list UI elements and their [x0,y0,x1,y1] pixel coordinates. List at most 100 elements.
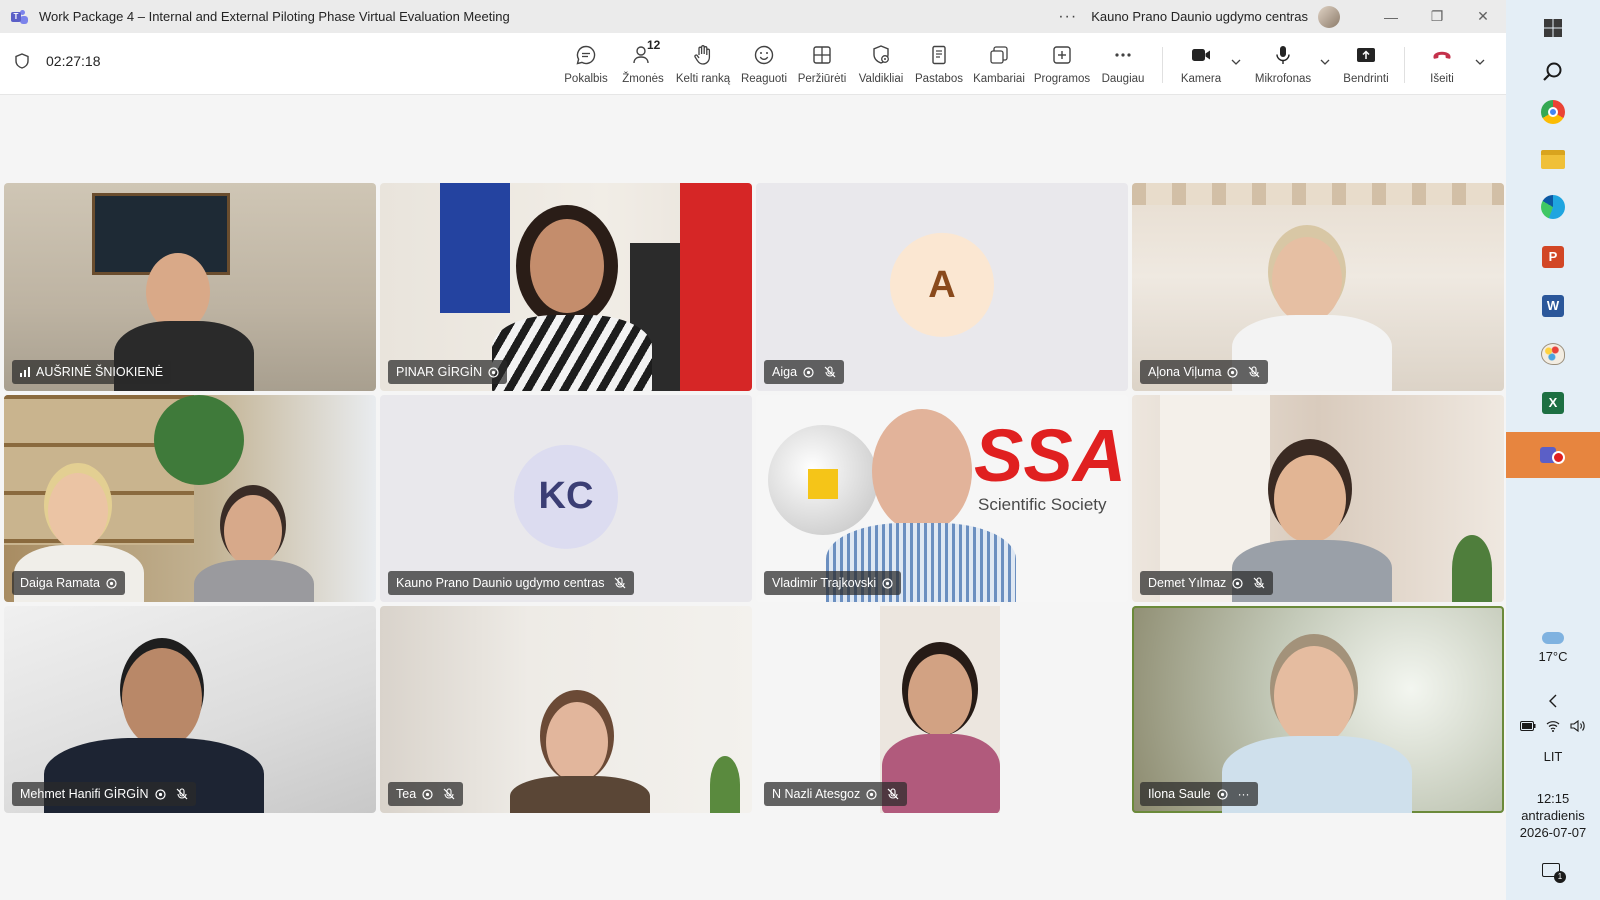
word-app[interactable]: W [1506,284,1600,328]
leave-label: Išeiti [1430,73,1454,85]
camera-icon [1192,49,1210,61]
meeting-info: 02:27:18 [15,53,101,69]
video-tile[interactable]: A Aiga [756,183,1128,391]
share-icon [1357,48,1375,62]
teams-app[interactable] [1506,432,1600,478]
wifi-icon [1546,721,1560,732]
video-tile[interactable]: N Nazli Atesgoz [756,606,1128,813]
chrome-app[interactable] [1506,90,1600,134]
notification-icon: 1 [1542,863,1566,883]
account-avatar[interactable] [1318,5,1340,28]
participant-name: Aiga [772,365,798,379]
show-hidden-icons-button[interactable] [1506,690,1600,712]
react-button[interactable]: Reaguoti [738,41,790,89]
video-tile[interactable]: Mehmet Hanifi GİRGİN [4,606,376,813]
video-tile[interactable]: PINAR GİRGİN [380,183,752,391]
start-button[interactable] [1506,8,1600,48]
more-button[interactable]: Daugiau [1098,41,1148,89]
apps-label: Programos [1033,73,1091,85]
shield-icon [15,53,29,69]
window-title: Work Package 4 – Internal and External P… [39,9,510,24]
chat-label: Pokalbis [564,73,608,85]
powerpoint-app[interactable]: P [1506,235,1600,279]
shield-person-icon [488,366,499,378]
participant-face [48,473,108,549]
leave-options-chevron-icon[interactable] [1475,57,1485,67]
notification-center-button[interactable]: 1 [1506,858,1600,888]
controls-button[interactable]: Valdikliai [854,41,908,89]
video-tile[interactable]: Aļona Viļuma [1132,183,1504,391]
share-button[interactable]: Bendrinti [1338,41,1394,89]
teams-logo-icon: T [11,9,29,25]
people-button[interactable]: Žmonės [618,41,668,89]
participant-name-tag: Tea [388,782,464,806]
paint-app[interactable] [1506,332,1600,376]
signal-icon [20,367,30,377]
participant-name-tag: Aļona Viļuma [1140,360,1269,384]
file-explorer-app[interactable] [1506,137,1600,181]
shield-gear-icon [873,45,889,64]
meeting-toolbar: 02:27:18 Pokalbis Žmonės 12 Kelti ranką … [0,33,1506,95]
smile-icon [754,45,774,65]
participant-name: PINAR GİRGİN [396,365,483,379]
shield-person-icon [882,577,893,589]
turkish-flag [680,183,752,391]
microphone-label: Mikrofonas [1254,73,1312,85]
participant-name-tag: N Nazli Atesgoz [764,782,908,806]
camera-label: Kamera [1180,73,1222,85]
close-button[interactable]: ✕ [1460,0,1506,33]
participant-name-tag: Aiga [764,360,845,384]
clock-time: 12:15 [1536,790,1570,806]
volume-icon [1570,720,1585,732]
weather-widget[interactable]: 17°C [1506,625,1600,671]
microphone-button[interactable]: Mikrofonas [1252,41,1314,89]
video-tile[interactable]: KC Kauno Prano Daunio ugdymo centras [380,395,752,602]
mic-off-icon [824,366,836,378]
video-tile[interactable]: Ilona Saule ··· [1132,606,1504,813]
raise-hand-button[interactable]: Kelti ranką [674,41,732,89]
system-tray[interactable] [1506,715,1600,737]
windows-taskbar: P W X 17°C LIT 12:15 antradienis 2026-07… [1506,0,1600,900]
chat-button[interactable]: Pokalbis [560,41,612,89]
more-label: Daugiau [1101,73,1145,85]
title-more-button[interactable]: ··· [1058,8,1077,26]
mic-off-icon [1248,366,1260,378]
video-tile[interactable]: Demet Yılmaz [1132,395,1504,602]
camera-button[interactable]: Kamera [1177,41,1225,89]
participant-more-button[interactable]: ··· [1238,787,1250,801]
clock-button[interactable]: 12:15 antradienis 2026-07-07 [1506,786,1600,844]
view-button[interactable]: Peržiūrėti [796,41,848,89]
raise-hand-label: Kelti ranką [675,73,731,85]
excel-app[interactable]: X [1506,381,1600,425]
teams-recording-icon [1540,443,1566,467]
search-button[interactable] [1506,50,1600,94]
apps-button[interactable]: Programos [1032,41,1092,89]
restore-button[interactable]: ❐ [1414,0,1460,33]
rooms-button[interactable]: Kambariai [970,41,1028,89]
participant-name: Tea [396,787,417,801]
video-tile[interactable]: AUŠRINĖ ŠNIOKIENĖ [4,183,376,391]
add-app-icon [1053,46,1071,64]
camera-options-chevron-icon[interactable] [1231,57,1241,67]
rooms-label: Kambariai [973,73,1025,85]
windows-logo-icon [1544,19,1562,37]
participant-name-tag: Daiga Ramata [12,571,125,595]
battery-icon [1520,721,1536,731]
organization-name[interactable]: Kauno Prano Daunio ugdymo centras [1091,9,1308,24]
mic-off-icon [443,788,455,800]
people-label: Žmonės [622,73,664,85]
edge-app[interactable] [1506,185,1600,229]
shield-person-icon [154,788,166,800]
input-language-button[interactable]: LIT [1506,746,1600,766]
participant-name: Daiga Ramata [20,576,100,590]
minimize-button[interactable]: — [1368,0,1414,33]
video-tile[interactable]: Daiga Ramata [4,395,376,602]
video-tile[interactable]: SSA Scientific Society Vladimir Trajkovs… [756,395,1128,602]
notes-button[interactable]: Pastabos [914,41,964,89]
microphone-options-chevron-icon[interactable] [1320,57,1330,67]
participant-name: Mehmet Hanifi GİRGİN [20,787,149,801]
notification-count: 1 [1554,871,1566,883]
grid-view-icon [813,46,831,64]
leave-button[interactable]: Išeiti [1420,41,1464,89]
video-tile[interactable]: Tea [380,606,752,813]
